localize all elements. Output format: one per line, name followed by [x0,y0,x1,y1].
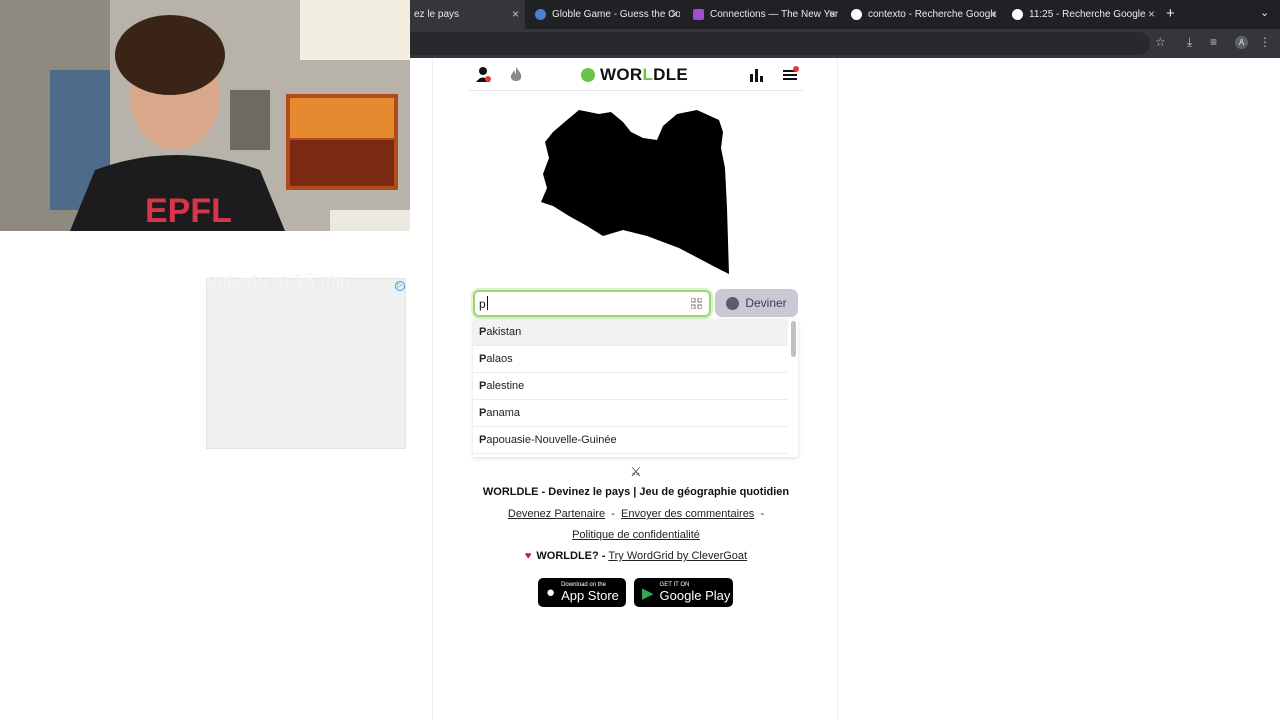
ad-banner[interactable] [206,278,406,449]
star-icon[interactable]: ☆ [1155,35,1166,49]
tab-time[interactable]: 11:25 - Recherche Google × [1006,0,1161,29]
globe-icon [535,9,546,20]
chevron-down-icon[interactable]: ⌄ [1260,6,1269,19]
suggestion-item[interactable]: Papouasie-Nouvelle-Guinée [473,427,788,454]
suggestion-item[interactable]: Palaos [473,346,788,373]
close-icon[interactable]: × [829,7,836,21]
google-play-badge[interactable]: ▶ GET IT ON Google Play [634,578,733,607]
google-play-big: Google Play [659,588,731,603]
stats-icon[interactable] [747,66,765,84]
webcam-feed: EPFL [0,0,410,231]
tab-title: ez le pays [414,9,460,20]
tab-globle[interactable]: Globle Game - Guess the Co × [529,0,684,29]
tab-title: Connections — The New York [710,9,838,20]
streak-flame-icon[interactable] [507,66,525,84]
promo-prefix: WORLDLE? - [536,550,606,562]
footer-privacy-row: Politique de confidentialité [433,529,839,541]
feedback-link[interactable]: Envoyer des commentaires [621,508,754,520]
country-search-input[interactable] [479,295,679,313]
browser-tab-bar: ez le pays × Globle Game - Guess the Co … [410,0,1280,29]
globe-icon [726,296,740,310]
suggestion-item[interactable]: Palestine [473,373,788,400]
tab-title: 11:25 - Recherche Google [1029,9,1146,20]
google-icon [851,9,862,20]
suggestion-item[interactable]: Panama [473,400,788,427]
shirt-text: EPFL [145,192,232,230]
partner-link[interactable]: Devenez Partenaire [508,508,605,520]
wordgrid-link[interactable]: Try WordGrid by CleverGoat [608,550,747,562]
suggestion-dropdown: Pakistan Palaos Palestine Panama Papouas… [473,319,798,457]
suggestion-item[interactable]: Pakistan [473,319,788,346]
app-store-big: App Store [561,588,619,603]
close-icon[interactable]: × [671,7,678,21]
text-caret [487,296,488,310]
logo-suffix: DLE [653,65,689,84]
logo-accent: L [642,65,654,84]
google-play-icon: ▶ [642,584,654,602]
profile-avatar[interactable]: A [1235,36,1248,49]
footer-promo: ♥ WORLDLE? - Try WordGrid by CleverGoat [433,550,839,562]
reading-list-icon[interactable]: ≡ [1210,35,1217,49]
close-icon[interactable]: × [1148,7,1155,21]
crossed-swords-icon[interactable]: ⚔ [630,464,642,480]
footer-separator: - [611,508,615,520]
footer-separator: - [760,508,765,520]
footer-title: WORLDLE - Devinez le pays | Jeu de géogr… [482,486,790,498]
apple-icon: ● [546,584,556,601]
globe-icon [581,68,595,82]
close-icon[interactable]: × [512,7,519,21]
browser-toolbar: ☆ ⤓ ≡ ⋮ [410,29,1280,58]
guess-button[interactable]: Deviner [715,289,798,317]
game-header: WOR L DLE [469,58,803,91]
ad-choices-icon[interactable]: ▷ [395,281,405,291]
country-silhouette [541,110,729,274]
guess-button-label: Deviner [745,296,787,310]
worldle-page: WOR L DLE p Deviner Pakistan Palaos Pale… [432,58,838,720]
tab-title: contexto - Recherche Google [868,9,996,20]
connections-icon [693,9,704,20]
grid-icon[interactable] [691,298,702,309]
tab-worldle[interactable]: ez le pays × [410,0,525,29]
kebab-menu-icon[interactable]: ⋮ [1259,35,1271,49]
worldle-logo: WOR L DLE [581,65,688,85]
tab-title: Globle Game - Guess the Co [552,9,680,20]
address-bar[interactable] [410,32,1150,55]
close-icon[interactable]: × [990,7,997,21]
privacy-link[interactable]: Politique de confidentialité [572,529,700,541]
menu-icon[interactable] [781,66,799,84]
country-search-box[interactable] [473,290,711,317]
dropdown-scrollbar[interactable] [791,321,796,357]
account-icon[interactable] [475,66,493,84]
ad-text: ontexto in 15 min [206,271,351,292]
footer-links: Devenez Partenaire - Envoyer des comment… [433,508,839,520]
tab-connections[interactable]: Connections — The New York × [687,0,842,29]
tab-contexto[interactable]: contexto - Recherche Google × [845,0,1003,29]
logo-prefix: WOR [600,65,643,84]
download-icon[interactable]: ⤓ [1187,35,1192,50]
google-icon [1012,9,1023,20]
app-store-badge[interactable]: ● Download on the App Store [538,578,626,607]
heart-icon: ♥ [524,550,532,562]
new-tab-button[interactable]: + [1166,5,1175,22]
